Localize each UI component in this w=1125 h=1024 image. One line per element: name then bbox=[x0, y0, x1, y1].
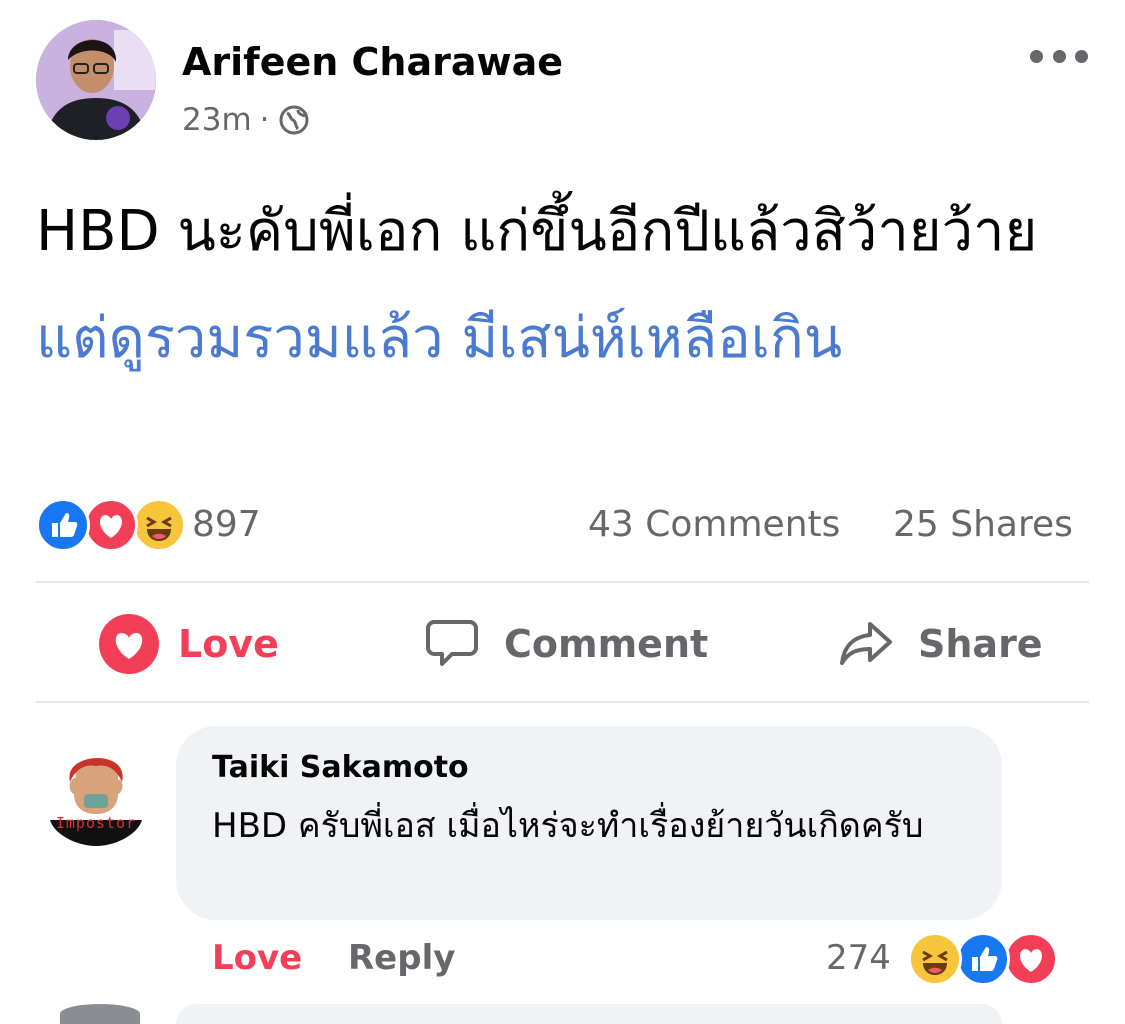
post-time[interactable]: 23m bbox=[182, 102, 252, 138]
post-meta: 23m · bbox=[182, 102, 310, 138]
next-comment-bubble bbox=[176, 1004, 1002, 1024]
post-text-link[interactable]: แต่ดูรวมรวมแล้ว มีเสน่ห์เหลือเกิน bbox=[36, 306, 842, 371]
divider bbox=[36, 701, 1089, 703]
comment-button-label: Comment bbox=[504, 622, 709, 666]
share-icon bbox=[838, 616, 894, 672]
globe-icon bbox=[278, 104, 310, 136]
comment-icon bbox=[424, 616, 480, 672]
post-shares-count[interactable]: 25 Shares bbox=[893, 504, 1073, 545]
commenter-name[interactable]: Taiki Sakamoto bbox=[212, 750, 469, 785]
post-comments-count[interactable]: 43 Comments bbox=[588, 504, 840, 545]
love-button-label: Love bbox=[178, 622, 279, 666]
post-reactions[interactable] bbox=[36, 498, 186, 554]
divider bbox=[36, 581, 1089, 583]
post-text-plain: HBD นะคับพี่เอก แก่ขึ้นอีกปีแล้วสิว้ายว้… bbox=[36, 199, 1038, 264]
more-options-icon[interactable] bbox=[1030, 46, 1088, 66]
comment-reaction-count[interactable]: 274 bbox=[826, 938, 891, 978]
like-icon bbox=[956, 932, 1010, 986]
haha-icon bbox=[132, 498, 186, 552]
comment-reactions[interactable] bbox=[908, 932, 1058, 988]
love-button[interactable]: Love bbox=[98, 612, 279, 676]
post-reaction-count[interactable]: 897 bbox=[192, 504, 261, 545]
like-icon bbox=[36, 498, 90, 552]
share-button-label: Share bbox=[918, 622, 1043, 666]
share-button[interactable]: Share bbox=[838, 612, 1043, 676]
author-avatar[interactable] bbox=[36, 20, 156, 140]
meta-separator: · bbox=[259, 102, 270, 138]
comment-button[interactable]: Comment bbox=[424, 612, 708, 676]
haha-icon bbox=[908, 932, 962, 986]
commenter-avatar-label: Impostor bbox=[55, 814, 137, 832]
next-commenter-avatar[interactable] bbox=[60, 1004, 140, 1024]
comment-love-button[interactable]: Love bbox=[212, 938, 302, 978]
comment-reply-button[interactable]: Reply bbox=[348, 938, 455, 978]
comment-text: HBD ครับพี่เอส เมื่อไหร่จะทำเรื่องย้ายวั… bbox=[212, 806, 924, 846]
post-text: HBD นะคับพี่เอก แก่ขึ้นอีกปีแล้วสิว้ายว้… bbox=[36, 178, 1096, 392]
love-icon bbox=[98, 613, 160, 675]
love-icon bbox=[84, 498, 138, 552]
post-author-name[interactable]: Arifeen Charawae bbox=[182, 40, 563, 84]
love-icon bbox=[1004, 932, 1058, 986]
commenter-avatar[interactable]: Impostor bbox=[36, 748, 156, 848]
